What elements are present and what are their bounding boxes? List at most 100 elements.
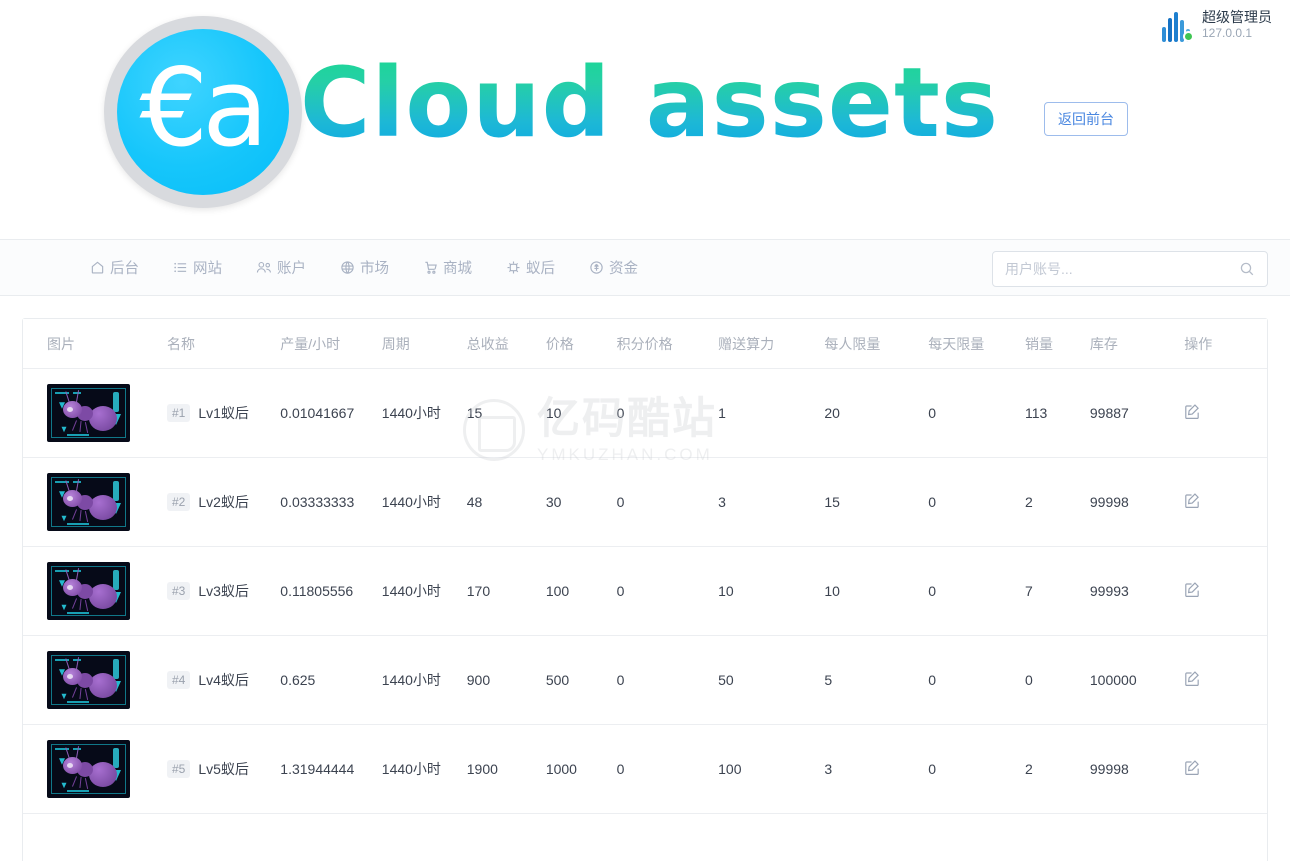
nav-item-website[interactable]: 网站 bbox=[171, 253, 224, 282]
main-navbar: 后台 网站 账户 市场 商城 蚁后 资金 用户账号... bbox=[0, 240, 1290, 296]
cell-name: #5 Lv5蚁后 bbox=[166, 724, 281, 814]
app-root: 超级管理员 127.0.0.1 €a Cloud assets 返回前台 后台 bbox=[0, 0, 1290, 861]
ant-thumbnail[interactable] bbox=[47, 740, 130, 798]
column-header-action: 操作 bbox=[1184, 319, 1267, 369]
product-name: Lv3蚁后 bbox=[198, 583, 249, 599]
gear-bug-icon bbox=[506, 260, 521, 275]
nav-item-funds[interactable]: 资金 bbox=[587, 253, 640, 282]
cell-power: 3 bbox=[718, 457, 825, 547]
product-name: Lv1蚁后 bbox=[198, 405, 249, 421]
search-input[interactable] bbox=[993, 261, 1239, 277]
table-head: 图片 名称 产量/小时 周期 总收益 价格 积分价格 赠送算力 每人限量 每天限… bbox=[23, 319, 1267, 369]
page-header: 超级管理员 127.0.0.1 €a Cloud assets 返回前台 bbox=[0, 0, 1290, 240]
nav-item-label: 账户 bbox=[277, 261, 306, 277]
nav-item-account[interactable]: 账户 bbox=[254, 253, 308, 282]
cell-sales: 2 bbox=[1024, 724, 1090, 814]
users-icon bbox=[256, 260, 272, 275]
cell-person-limit: 20 bbox=[824, 368, 929, 458]
column-header-income: 总收益 bbox=[466, 319, 546, 369]
nav-item-label: 商城 bbox=[443, 261, 472, 277]
nav-item-backend[interactable]: 后台 bbox=[88, 253, 141, 282]
table-row[interactable]: #1 Lv1蚁后 0.01041667 1440小时 15 10 0 1 20 0… bbox=[23, 368, 1267, 458]
cell-point-price: 0 bbox=[616, 457, 719, 547]
cell-day-limit: 0 bbox=[928, 635, 1025, 725]
cell-cycle: 1440小时 bbox=[381, 457, 467, 547]
cell-rate: 0.625 bbox=[280, 635, 382, 725]
nav-item-market[interactable]: 市场 bbox=[338, 253, 391, 282]
column-header-price: 价格 bbox=[545, 319, 617, 369]
table-row[interactable]: #2 Lv2蚁后 0.03333333 1440小时 48 30 0 3 15 0… bbox=[23, 457, 1267, 547]
edit-icon[interactable] bbox=[1184, 492, 1201, 509]
cell-rate: 0.03333333 bbox=[280, 457, 382, 547]
cell-price: 10 bbox=[545, 368, 617, 458]
user-text: 超级管理员 127.0.0.1 bbox=[1202, 9, 1272, 41]
row-index-badge: #3 bbox=[166, 582, 191, 600]
cell-image bbox=[23, 457, 167, 547]
ant-thumbnail[interactable] bbox=[47, 384, 130, 442]
edit-icon[interactable] bbox=[1184, 403, 1201, 420]
cell-rate: 0.01041667 bbox=[280, 368, 382, 458]
cell-person-limit: 10 bbox=[824, 546, 929, 636]
home-icon bbox=[90, 260, 105, 275]
cell-power: 1 bbox=[718, 368, 825, 458]
row-index-badge: #2 bbox=[166, 493, 191, 511]
cell-stock: 99998 bbox=[1089, 457, 1185, 547]
table-row[interactable]: #3 Lv3蚁后 0.11805556 1440小时 170 100 0 10 1… bbox=[23, 546, 1267, 636]
cell-name: #1 Lv1蚁后 bbox=[166, 368, 281, 458]
cell-stock: 99993 bbox=[1089, 546, 1185, 636]
user-info[interactable]: 超级管理员 127.0.0.1 bbox=[1159, 8, 1272, 42]
cell-power: 50 bbox=[718, 635, 825, 725]
product-name: Lv5蚁后 bbox=[198, 761, 249, 777]
ant-thumbnail[interactable] bbox=[47, 562, 130, 620]
cell-name: #2 Lv2蚁后 bbox=[166, 457, 281, 547]
column-header-stock: 库存 bbox=[1089, 319, 1185, 369]
back-to-frontend-button[interactable]: 返回前台 bbox=[1044, 102, 1128, 136]
cell-action bbox=[1184, 368, 1267, 458]
logo-glyph: €a bbox=[139, 46, 269, 171]
cell-stock: 99887 bbox=[1089, 368, 1185, 458]
cell-name: #4 Lv4蚁后 bbox=[166, 635, 281, 725]
cell-day-limit: 0 bbox=[928, 368, 1025, 458]
list-icon bbox=[173, 260, 188, 275]
cell-image bbox=[23, 724, 167, 814]
online-status-dot bbox=[1183, 31, 1194, 42]
cell-stock: 100000 bbox=[1089, 635, 1185, 725]
cell-cycle: 1440小时 bbox=[381, 635, 467, 725]
nav-item-queen-ant[interactable]: 蚁后 bbox=[504, 253, 557, 282]
cell-income: 15 bbox=[466, 368, 546, 458]
table-row[interactable]: #5 Lv5蚁后 1.31944444 1440小时 1900 1000 0 10… bbox=[23, 724, 1267, 814]
table-row[interactable]: #4 Lv4蚁后 0.625 1440小时 900 500 0 50 5 0 0 … bbox=[23, 635, 1267, 725]
cell-name: #3 Lv3蚁后 bbox=[166, 546, 281, 636]
cell-rate: 1.31944444 bbox=[280, 724, 382, 814]
edit-icon[interactable] bbox=[1184, 670, 1201, 687]
logo-coin: €a bbox=[117, 29, 289, 195]
edit-icon[interactable] bbox=[1184, 759, 1201, 776]
cell-price: 1000 bbox=[545, 724, 617, 814]
ant-thumbnail[interactable] bbox=[47, 473, 130, 531]
nav-item-label: 蚁后 bbox=[526, 261, 555, 277]
cell-image bbox=[23, 635, 167, 725]
avatar-bar bbox=[1168, 18, 1172, 42]
edit-icon[interactable] bbox=[1184, 581, 1201, 598]
avatar[interactable] bbox=[1159, 8, 1194, 42]
main-content: 亿码酷站 YMKUZHAN.COM 图片 名称 产量/小时 周期 总收益 价格 … bbox=[0, 296, 1290, 861]
nav-item-label: 市场 bbox=[360, 261, 389, 277]
nav-item-label: 后台 bbox=[110, 261, 139, 277]
cell-sales: 7 bbox=[1024, 546, 1090, 636]
table-header-row: 图片 名称 产量/小时 周期 总收益 价格 积分价格 赠送算力 每人限量 每天限… bbox=[23, 319, 1267, 369]
search-icon[interactable] bbox=[1239, 261, 1267, 277]
avatar-bar bbox=[1162, 27, 1166, 42]
cell-income: 1900 bbox=[466, 724, 546, 814]
cell-power: 100 bbox=[718, 724, 825, 814]
search-box[interactable] bbox=[992, 251, 1268, 287]
cell-price: 30 bbox=[545, 457, 617, 547]
ant-thumbnail[interactable] bbox=[47, 651, 130, 709]
table-body: #1 Lv1蚁后 0.01041667 1440小时 15 10 0 1 20 0… bbox=[23, 368, 1267, 814]
column-header-rate: 产量/小时 bbox=[280, 319, 382, 369]
cell-action bbox=[1184, 724, 1267, 814]
cell-image bbox=[23, 368, 167, 458]
nav-item-shop[interactable]: 商城 bbox=[421, 253, 474, 282]
cell-point-price: 0 bbox=[616, 635, 719, 725]
cell-price: 500 bbox=[545, 635, 617, 725]
user-name: 超级管理员 bbox=[1202, 9, 1272, 26]
